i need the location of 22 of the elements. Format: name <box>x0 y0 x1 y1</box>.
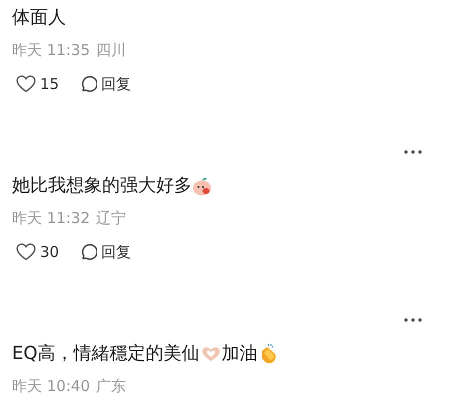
more-icon[interactable] <box>404 150 422 154</box>
comment-text: 加油 <box>222 342 258 366</box>
heart-hands-icon <box>200 344 222 364</box>
speech-bubble-icon <box>79 243 98 261</box>
reply-button[interactable]: 回复 <box>79 74 132 94</box>
heart-icon <box>16 75 36 93</box>
more-icon[interactable] <box>404 318 422 322</box>
like-button[interactable]: 15 <box>16 75 60 93</box>
heart-icon <box>16 243 36 261</box>
peach-sticker-icon <box>192 176 212 196</box>
comment-location: 四川 <box>96 40 126 61</box>
reply-button[interactable]: 回复 <box>79 242 132 262</box>
comment-time: 昨天 10:40 <box>12 376 90 397</box>
speech-bubble-icon <box>79 75 98 93</box>
comment-time: 昨天 11:35 <box>12 40 90 61</box>
comment-location: 辽宁 <box>96 208 126 229</box>
comment-text: EQ高，情緒穩定的美仙 <box>12 342 200 366</box>
comment-text: 体面人 <box>12 6 66 30</box>
comment-text: 她比我想象的强大好多 <box>12 174 192 198</box>
comment-location: 广东 <box>96 376 126 397</box>
like-button[interactable]: 30 <box>16 243 60 261</box>
comment-time: 昨天 11:32 <box>12 208 90 229</box>
